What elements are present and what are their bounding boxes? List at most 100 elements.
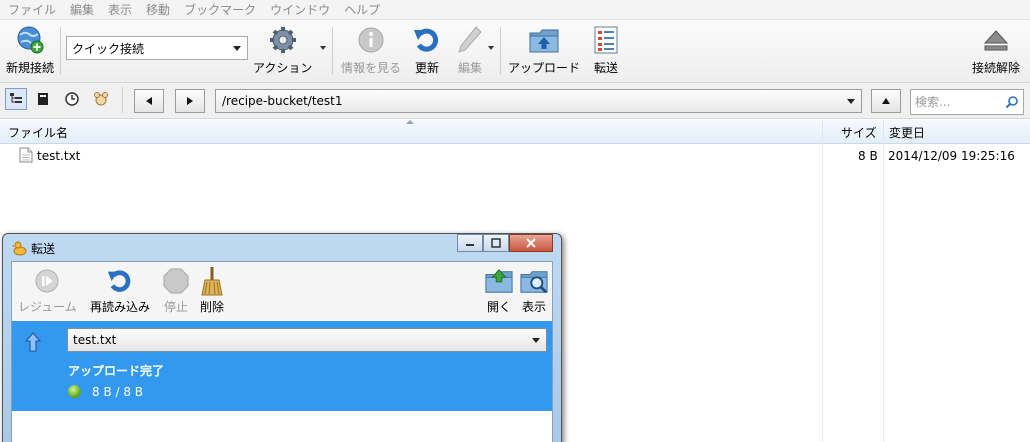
refresh-label: 更新 [414, 61, 439, 75]
upload-arrow-icon [24, 332, 42, 355]
status-complete-icon [68, 385, 81, 398]
edit-label: 編集 [457, 61, 482, 75]
edit-button[interactable]: 編集 [454, 24, 486, 76]
column-header-modified[interactable]: 変更日 [889, 124, 925, 141]
transfer-label: 転送 [593, 61, 618, 75]
info-icon [355, 24, 387, 56]
quick-connect-value: クイック接続 [72, 41, 145, 56]
open-label: 開く [486, 300, 511, 314]
forward-button[interactable] [175, 89, 205, 113]
resume-button[interactable]: レジューム [18, 266, 77, 315]
book-icon [38, 93, 48, 105]
sort-ascending-icon [406, 120, 414, 124]
table-row[interactable]: test.txt 8 B 2014/12/09 19:25:16 [0, 146, 1030, 166]
bonjour-icon [94, 92, 108, 106]
transfer-progress: 8 B / 8 B [92, 385, 144, 399]
folder-search-icon [519, 266, 549, 296]
main-toolbar: 新規接続 クイック接続 アクション 情報を見る 更新 編集 アップロード 転送 … [0, 21, 1030, 83]
minimize-button[interactable] [457, 234, 483, 252]
action-label: アクション [253, 61, 313, 75]
show-label: 表示 [521, 300, 546, 314]
column-divider[interactable] [822, 120, 823, 144]
file-modified: 2014/12/09 19:25:16 [888, 149, 1015, 163]
open-button[interactable]: 開く [484, 266, 514, 315]
stop-label: 停止 [163, 300, 188, 314]
menu-edit[interactable]: 編集 [70, 1, 94, 18]
close-button[interactable] [509, 234, 553, 252]
pencil-icon [454, 24, 486, 56]
file-list-header: ファイル名 サイズ 変更日 [0, 120, 1030, 144]
transfer-window: 転送 レジューム 再読み込み 停止 削除 開く 表示 test.txt アップロ… [2, 233, 562, 442]
parent-directory-button[interactable] [871, 89, 901, 113]
back-button[interactable] [134, 89, 164, 113]
bookmarks-view-toggle[interactable] [32, 88, 54, 110]
transfer-status: アップロード完了 [68, 364, 165, 378]
upload-button[interactable]: アップロード [508, 24, 580, 76]
transfer-file-select[interactable]: test.txt [67, 328, 547, 352]
maximize-icon [491, 238, 501, 248]
resume-label: レジューム [18, 300, 77, 314]
navbar-divider [122, 87, 123, 113]
history-view-toggle[interactable] [61, 88, 83, 110]
clock-icon [65, 92, 79, 106]
chevron-down-icon [532, 338, 540, 343]
toolbar-divider [500, 27, 501, 75]
transfer-toolbar: レジューム 再読み込み 停止 削除 開く 表示 [12, 262, 552, 320]
browser-view-toggle[interactable] [5, 88, 27, 110]
column-gridline [883, 144, 884, 442]
file-size: 8 B [858, 149, 878, 163]
forward-arrow-icon [187, 97, 193, 105]
transfer-window-title: 転送 [31, 242, 56, 256]
broom-icon [197, 266, 227, 296]
quick-connect-select[interactable]: クイック接続 [66, 36, 248, 60]
minimize-icon [466, 244, 474, 246]
menu-view[interactable]: 表示 [108, 1, 132, 18]
menu-bookmarks[interactable]: ブックマーク [184, 1, 256, 18]
column-header-name[interactable]: ファイル名 [8, 124, 68, 141]
delete-button[interactable]: 削除 [197, 266, 227, 315]
action-button[interactable]: アクション [253, 24, 312, 76]
get-info-button[interactable]: 情報を見る [341, 24, 401, 76]
chevron-down-icon [847, 99, 855, 104]
new-connection-label: 新規接続 [6, 61, 55, 75]
path-select[interactable]: /recipe-bucket/test1 [215, 89, 862, 113]
transfer-item[interactable]: test.txt アップロード完了 8 B / 8 B [12, 321, 552, 411]
upload-label: アップロード [508, 61, 581, 75]
duck-icon [12, 240, 28, 259]
show-button[interactable]: 表示 [519, 266, 549, 315]
search-input[interactable] [915, 95, 1005, 109]
refresh-icon [411, 24, 443, 56]
text-file-icon [19, 147, 33, 166]
menu-go[interactable]: 移動 [146, 1, 170, 18]
bonjour-view-toggle[interactable] [90, 88, 112, 110]
toolbar-divider [60, 27, 61, 75]
disconnect-button[interactable]: 接続解除 [972, 24, 1020, 76]
edit-dropdown-icon[interactable] [488, 46, 494, 50]
column-header-size[interactable]: サイズ [841, 124, 877, 141]
transfer-window-content: レジューム 再読み込み 停止 削除 開く 表示 test.txt アップロード完… [11, 261, 553, 442]
search-icon[interactable] [1005, 95, 1019, 109]
menu-file[interactable]: ファイル [8, 1, 56, 18]
stop-icon [161, 266, 191, 296]
action-dropdown-icon[interactable] [320, 46, 326, 50]
transfer-button[interactable]: 転送 [590, 24, 622, 76]
delete-label: 削除 [199, 300, 224, 314]
stop-button[interactable]: 停止 [161, 266, 191, 315]
column-gridline [822, 144, 823, 442]
column-divider[interactable] [883, 120, 884, 144]
navigation-bar: /recipe-bucket/test1 [0, 83, 1030, 119]
menu-window[interactable]: ウインドウ [270, 1, 330, 18]
menu-help[interactable]: ヘルプ [344, 1, 380, 18]
search-field[interactable] [910, 89, 1024, 115]
maximize-button[interactable] [483, 234, 509, 252]
gear-icon [267, 24, 299, 56]
disconnect-label: 接続解除 [972, 61, 1021, 75]
new-connection-button[interactable]: 新規接続 [6, 24, 54, 76]
folder-open-icon [484, 266, 514, 296]
reload-button[interactable]: 再読み込み [90, 266, 150, 315]
file-name: test.txt [37, 149, 81, 163]
refresh-button[interactable]: 更新 [411, 24, 443, 76]
get-info-label: 情報を見る [341, 61, 402, 75]
chevron-down-icon [233, 46, 241, 51]
resume-icon [32, 266, 62, 296]
